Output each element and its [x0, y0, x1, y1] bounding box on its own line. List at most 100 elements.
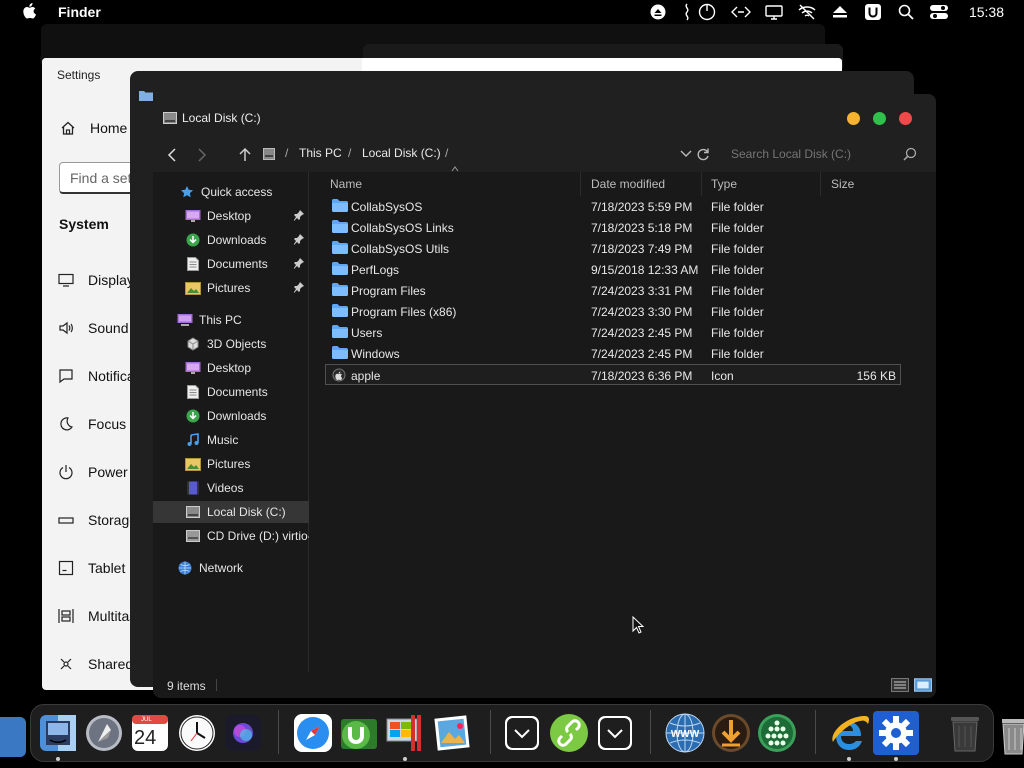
internet-explorer-app-icon[interactable]: [826, 711, 872, 755]
settings-item-tablet[interactable]: Tablet: [58, 560, 125, 576]
file-row[interactable]: Program Files 7/24/2023 3:31 PM File fol…: [326, 280, 900, 301]
refresh-icon[interactable]: [696, 147, 710, 161]
eject-up-icon[interactable]: [831, 4, 849, 20]
code-arrows-icon[interactable]: [731, 4, 751, 20]
up-button[interactable]: [236, 146, 254, 164]
maximize-button[interactable]: [873, 112, 886, 125]
utorrent-app-icon[interactable]: [336, 711, 382, 755]
wand-icon[interactable]: [682, 3, 692, 21]
launchpad-app-icon[interactable]: [81, 711, 127, 755]
search-icon[interactable]: [897, 4, 915, 20]
column-size[interactable]: Size: [831, 177, 854, 191]
file-row[interactable]: Program Files (x86) 7/24/2023 3:30 PM Fi…: [326, 301, 900, 322]
siri-app-icon[interactable]: [220, 711, 266, 755]
nav-desktop[interactable]: Desktop: [153, 357, 309, 379]
nav-music[interactable]: Music: [153, 429, 309, 451]
computer-icon: [177, 312, 193, 328]
file-row[interactable]: CollabSysOS Utils 7/18/2023 7:49 PM File…: [326, 238, 900, 259]
breadcrumb-local-disk[interactable]: Local Disk (C:): [362, 146, 441, 160]
nav-3d-objects[interactable]: 3D Objects: [153, 333, 309, 355]
settings-home-link[interactable]: Home: [60, 120, 127, 136]
file-row[interactable]: CollabSysOS 7/18/2023 5:59 PM File folde…: [326, 196, 900, 217]
nav-this-pc[interactable]: This PC: [153, 309, 309, 331]
finder-icon-partial[interactable]: [0, 717, 26, 757]
display-icon[interactable]: [765, 4, 783, 20]
minimize-button[interactable]: [847, 112, 860, 125]
file-row[interactable]: Windows 7/24/2023 2:45 PM File folder: [326, 343, 900, 364]
u-badge-icon[interactable]: [864, 4, 882, 20]
file-type: File folder: [711, 326, 764, 340]
clock-app-icon[interactable]: [174, 711, 220, 755]
search-icon: [903, 147, 917, 161]
menu-clock[interactable]: 15:38: [969, 4, 1004, 20]
file-type: File folder: [711, 200, 764, 214]
power-icon[interactable]: [698, 3, 716, 21]
download-box-app-icon[interactable]: [499, 711, 545, 755]
nav-quick-pictures[interactable]: Pictures: [153, 277, 309, 299]
file-date: 7/24/2023 2:45 PM: [591, 347, 693, 361]
menu-app-name[interactable]: Finder: [58, 4, 101, 20]
nav-downloads[interactable]: Downloads: [153, 405, 309, 427]
parallels-app-icon[interactable]: [382, 711, 428, 755]
search-input[interactable]: [721, 142, 921, 166]
file-row[interactable]: Users 7/24/2023 2:45 PM File folder: [326, 322, 900, 343]
nav-documents[interactable]: Documents: [153, 381, 309, 403]
apple-file-icon: [332, 368, 346, 382]
nav-pictures[interactable]: Pictures: [153, 453, 309, 475]
nav-cd-drive[interactable]: CD Drive (D:) virtio-win: [153, 525, 309, 547]
pin-icon[interactable]: [293, 209, 305, 221]
settings-item-display[interactable]: Display: [58, 272, 134, 288]
file-row[interactable]: PerfLogs 9/15/2018 12:33 AM File folder: [326, 259, 900, 280]
search-field[interactable]: [721, 142, 921, 166]
nav-item-label: Videos: [207, 481, 244, 495]
file-name: PerfLogs: [351, 263, 400, 277]
close-button[interactable]: [899, 112, 912, 125]
eject-icon[interactable]: [650, 4, 666, 20]
pin-icon[interactable]: [293, 233, 305, 245]
control-center-icon[interactable]: [929, 4, 949, 20]
column-name[interactable]: Name: [330, 177, 362, 191]
nav-quick-desktop[interactable]: Desktop: [153, 205, 309, 227]
forward-button[interactable]: [193, 146, 211, 164]
nav-network[interactable]: Network: [153, 557, 309, 579]
nav-quick-downloads[interactable]: Downloads: [153, 229, 309, 251]
nav-local-disk[interactable]: Local Disk (C:): [153, 501, 309, 523]
www-browser-app-icon[interactable]: WWW: [662, 711, 708, 755]
safari-app-icon[interactable]: [290, 711, 336, 755]
downloader-app-icon[interactable]: [708, 711, 754, 755]
downloads-icon: [185, 408, 201, 424]
nav-videos[interactable]: Videos: [153, 477, 309, 499]
preview-app-icon[interactable]: [429, 711, 475, 755]
back-button[interactable]: [163, 146, 181, 164]
desktop-icon: [185, 360, 201, 376]
file-name: Program Files: [351, 284, 426, 298]
navigation-pane: Quick access Desktop Downloads Documents…: [153, 172, 309, 672]
settings-item-sound[interactable]: Sound: [58, 320, 128, 336]
nav-quick-documents[interactable]: Documents: [153, 253, 309, 275]
settings-item-storage[interactable]: Storage: [58, 512, 137, 528]
settings-app-icon[interactable]: [873, 711, 919, 755]
chevron-box-app-icon[interactable]: [592, 711, 638, 755]
file-type: Icon: [711, 369, 734, 383]
chevron-down-icon[interactable]: [680, 149, 692, 159]
link-app-icon[interactable]: [546, 711, 592, 755]
wifi-off-icon[interactable]: [797, 4, 817, 20]
calendar-app-icon[interactable]: JUL 24: [127, 711, 173, 755]
file-row[interactable]: apple 7/18/2023 6:36 PM Icon 156 KB: [325, 364, 901, 385]
details-view-icon[interactable]: [891, 678, 909, 692]
trash-app-icon[interactable]: [942, 711, 988, 755]
column-type[interactable]: Type: [711, 177, 737, 191]
tiles-view-icon[interactable]: [914, 678, 932, 692]
finder-app-icon[interactable]: [35, 711, 81, 755]
dots-app-icon[interactable]: [754, 711, 800, 755]
cd-drive-icon: [185, 528, 201, 544]
column-date-modified[interactable]: Date modified: [591, 177, 665, 191]
pin-icon[interactable]: [293, 257, 305, 269]
trash-icon-partial[interactable]: [1000, 716, 1024, 756]
file-row[interactable]: CollabSysOS Links 7/18/2023 5:18 PM File…: [326, 217, 900, 238]
apple-menu-icon[interactable]: [22, 3, 36, 19]
nav-item-label: Local Disk (C:): [207, 505, 286, 519]
nav-quick-access[interactable]: Quick access: [153, 181, 309, 203]
breadcrumb-this-pc[interactable]: This PC: [299, 146, 342, 160]
pin-icon[interactable]: [293, 281, 305, 293]
